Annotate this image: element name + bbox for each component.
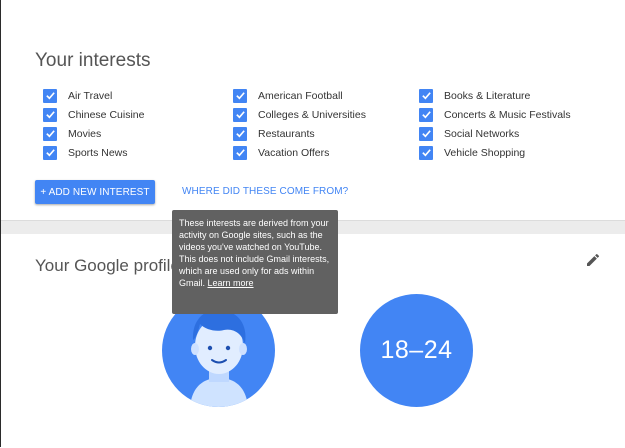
checkbox-checked-icon[interactable]	[43, 107, 57, 122]
interests-column-1: Air Travel Chinese Cuisine Movies Sports…	[43, 86, 144, 162]
interest-label: Colleges & Universities	[258, 108, 366, 121]
profile-title: Your Google profile	[35, 256, 180, 275]
interest-item[interactable]: Sports News	[43, 143, 144, 162]
checkbox-checked-icon[interactable]	[233, 126, 247, 141]
learn-more-link[interactable]: Learn more	[208, 278, 254, 288]
interest-label: Air Travel	[68, 89, 113, 102]
tooltip-text: These interests are derived from your ac…	[179, 218, 330, 288]
interest-item[interactable]: Movies	[43, 124, 144, 143]
interest-item[interactable]: Air Travel	[43, 86, 144, 105]
checkbox-checked-icon[interactable]	[233, 107, 247, 122]
checkbox-checked-icon[interactable]	[233, 145, 247, 160]
add-new-interest-button[interactable]: + ADD NEW INTEREST	[35, 180, 155, 204]
interest-item[interactable]: Chinese Cuisine	[43, 105, 144, 124]
interests-card: Your interests Air Travel Chinese Cuisin…	[1, 0, 625, 220]
interest-label: Concerts & Music Festivals	[444, 108, 571, 121]
interest-item[interactable]: Colleges & Universities	[233, 105, 366, 124]
checkbox-checked-icon[interactable]	[233, 88, 247, 103]
interest-label: Chinese Cuisine	[68, 108, 145, 121]
checkbox-checked-icon[interactable]	[43, 145, 57, 160]
checkbox-checked-icon[interactable]	[419, 88, 433, 103]
interest-label: Vacation Offers	[258, 146, 330, 159]
interest-item[interactable]: Concerts & Music Festivals	[419, 105, 571, 124]
interests-title: Your interests	[35, 50, 151, 71]
checkbox-checked-icon[interactable]	[419, 107, 433, 122]
checkbox-checked-icon[interactable]	[43, 126, 57, 141]
interest-label: Vehicle Shopping	[444, 146, 526, 159]
interest-item[interactable]: Books & Literature	[419, 86, 571, 105]
checkbox-checked-icon[interactable]	[419, 145, 433, 160]
interest-label: Sports News	[68, 146, 128, 159]
interest-item[interactable]: Restaurants	[233, 124, 366, 143]
interest-label: Books & Literature	[444, 89, 531, 102]
interests-column-2: American Football Colleges & Universitie…	[233, 86, 366, 162]
interest-label: Movies	[68, 127, 102, 140]
pencil-icon[interactable]	[585, 252, 601, 268]
interest-label: Social Networks	[444, 127, 520, 140]
age-range-badge: 18–24	[360, 294, 473, 407]
interest-item[interactable]: American Football	[233, 86, 366, 105]
interest-label: Restaurants	[258, 127, 315, 140]
interest-item[interactable]: Vehicle Shopping	[419, 143, 571, 162]
page-frame: Your interests Air Travel Chinese Cuisin…	[0, 0, 625, 447]
checkbox-checked-icon[interactable]	[419, 126, 433, 141]
interest-item[interactable]: Vacation Offers	[233, 143, 366, 162]
interest-item[interactable]: Social Networks	[419, 124, 571, 143]
checkbox-checked-icon[interactable]	[43, 88, 57, 103]
where-did-these-come-from-link[interactable]: WHERE DID THESE COME FROM?	[182, 186, 348, 197]
interests-column-3: Books & Literature Concerts & Music Fest…	[419, 86, 571, 162]
interest-label: American Football	[258, 89, 343, 102]
interests-source-tooltip: These interests are derived from your ac…	[172, 210, 338, 314]
